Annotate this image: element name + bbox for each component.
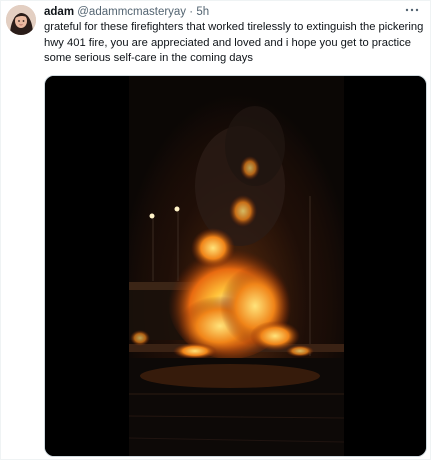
more-horizontal-icon[interactable] xyxy=(402,2,422,16)
video-frame xyxy=(45,76,426,456)
avatar[interactable] xyxy=(6,5,36,35)
more-dots xyxy=(405,8,419,12)
separator-dot: · xyxy=(189,6,194,18)
display-name[interactable]: adam xyxy=(44,6,74,18)
video-player[interactable] xyxy=(44,75,427,457)
tweet-text: grateful for these firefighters that wor… xyxy=(44,21,424,64)
tweet-card[interactable]: adam @adammcmasteryay · 5h grateful for … xyxy=(0,0,431,460)
tweet-header: adam @adammcmasteryay · 5h xyxy=(44,5,209,19)
timestamp[interactable]: 5h xyxy=(196,6,209,18)
user-handle[interactable]: @adammcmasteryay xyxy=(77,6,186,18)
avatar-image xyxy=(6,5,36,35)
